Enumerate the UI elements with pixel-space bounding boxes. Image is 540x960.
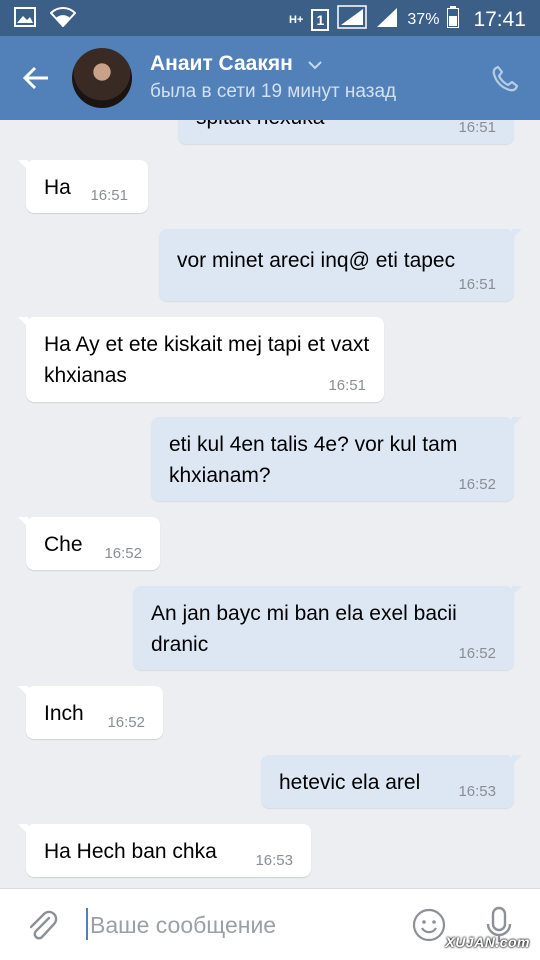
- wifi-icon: [49, 7, 77, 32]
- image-icon: [14, 7, 36, 32]
- signal-icon: [337, 5, 368, 34]
- avatar[interactable]: [72, 48, 132, 108]
- message-time: 16:52: [104, 545, 142, 562]
- battery-icon: [447, 6, 460, 33]
- message-text: Inch: [44, 702, 84, 725]
- text-cursor: [86, 908, 88, 940]
- message-text: Ha Ay et ete kiskait mej tapi et vaxt kh…: [44, 333, 370, 387]
- message-outgoing[interactable]: vor minet areci inq@ eti tapec 16:51: [159, 229, 522, 301]
- status-bar: H+ 1 37% 17:41: [0, 0, 540, 36]
- message-time: 16:51: [90, 187, 128, 204]
- sim-indicator: 1: [311, 8, 330, 31]
- chevron-down-icon: [307, 52, 323, 76]
- message-incoming[interactable]: Ha Ay et ete kiskait mej tapi et vaxt kh…: [18, 317, 384, 402]
- battery-percent: 37%: [407, 10, 440, 28]
- message-time: 16:51: [328, 377, 366, 394]
- message-text: hetevic ela arel: [279, 771, 421, 794]
- message-incoming[interactable]: Ha 16:51: [18, 160, 148, 213]
- message-text: vor minet areci inq@ eti tapec: [177, 249, 456, 272]
- message-text: Che: [44, 533, 83, 556]
- message-time: 16:52: [107, 714, 145, 731]
- message-outgoing[interactable]: An jan bayc mi ban ela exel bacii dranic…: [133, 586, 522, 670]
- message-outgoing[interactable]: spitak nexuka 16:51: [178, 120, 514, 144]
- message-text: Ha Hech ban chka: [44, 840, 217, 863]
- message-time: 16:53: [458, 783, 496, 800]
- message-input[interactable]: [90, 905, 390, 945]
- message-list[interactable]: spitak nexuka 16:51 Ha 16:51 vor minet a…: [0, 120, 540, 888]
- message-text: eti kul 4en talis 4e? vor kul tam khxian…: [169, 433, 458, 487]
- chat-header: Анаит Саакян была в сети 19 минут назад: [0, 36, 540, 120]
- message-text: An jan bayc mi ban ela exel bacii dranic: [151, 602, 457, 656]
- back-button[interactable]: [18, 60, 54, 96]
- contact-name-area[interactable]: Анаит Саакян: [150, 52, 323, 76]
- emoji-icon: [412, 908, 446, 942]
- attach-button[interactable]: [24, 907, 60, 943]
- composer-bar: XUJAN.com: [0, 888, 540, 960]
- message-time: 16:52: [458, 476, 496, 493]
- signal-icon-2: [375, 6, 399, 33]
- message-outgoing[interactable]: eti kul 4en talis 4e? vor kul tam khxian…: [151, 417, 522, 501]
- emoji-button[interactable]: [411, 907, 447, 943]
- message-incoming[interactable]: Che 16:52: [18, 517, 160, 570]
- watermark: XUJAN.com: [445, 934, 530, 950]
- contact-name: Анаит Саакян: [150, 52, 293, 75]
- message-time: 16:51: [458, 276, 496, 293]
- message-incoming[interactable]: Ha Hech ban chka 16:53: [18, 824, 311, 877]
- message-incoming[interactable]: Inch 16:52: [18, 686, 163, 739]
- message-time: 16:52: [458, 645, 496, 662]
- message-text: spitak nexuka: [196, 120, 324, 133]
- clock: 17:41: [473, 7, 526, 31]
- network-type: H+: [289, 13, 304, 26]
- phone-icon: [492, 65, 519, 92]
- message-outgoing[interactable]: hetevic ela arel 16:53: [261, 755, 522, 808]
- message-text: Ha: [44, 176, 71, 199]
- last-seen-status: была в сети 19 минут назад: [150, 81, 397, 102]
- call-button[interactable]: [490, 64, 520, 94]
- paperclip-icon: [29, 910, 58, 940]
- back-arrow-icon: [22, 66, 48, 90]
- message-time: 16:53: [255, 852, 293, 869]
- message-time: 16:51: [458, 120, 496, 136]
